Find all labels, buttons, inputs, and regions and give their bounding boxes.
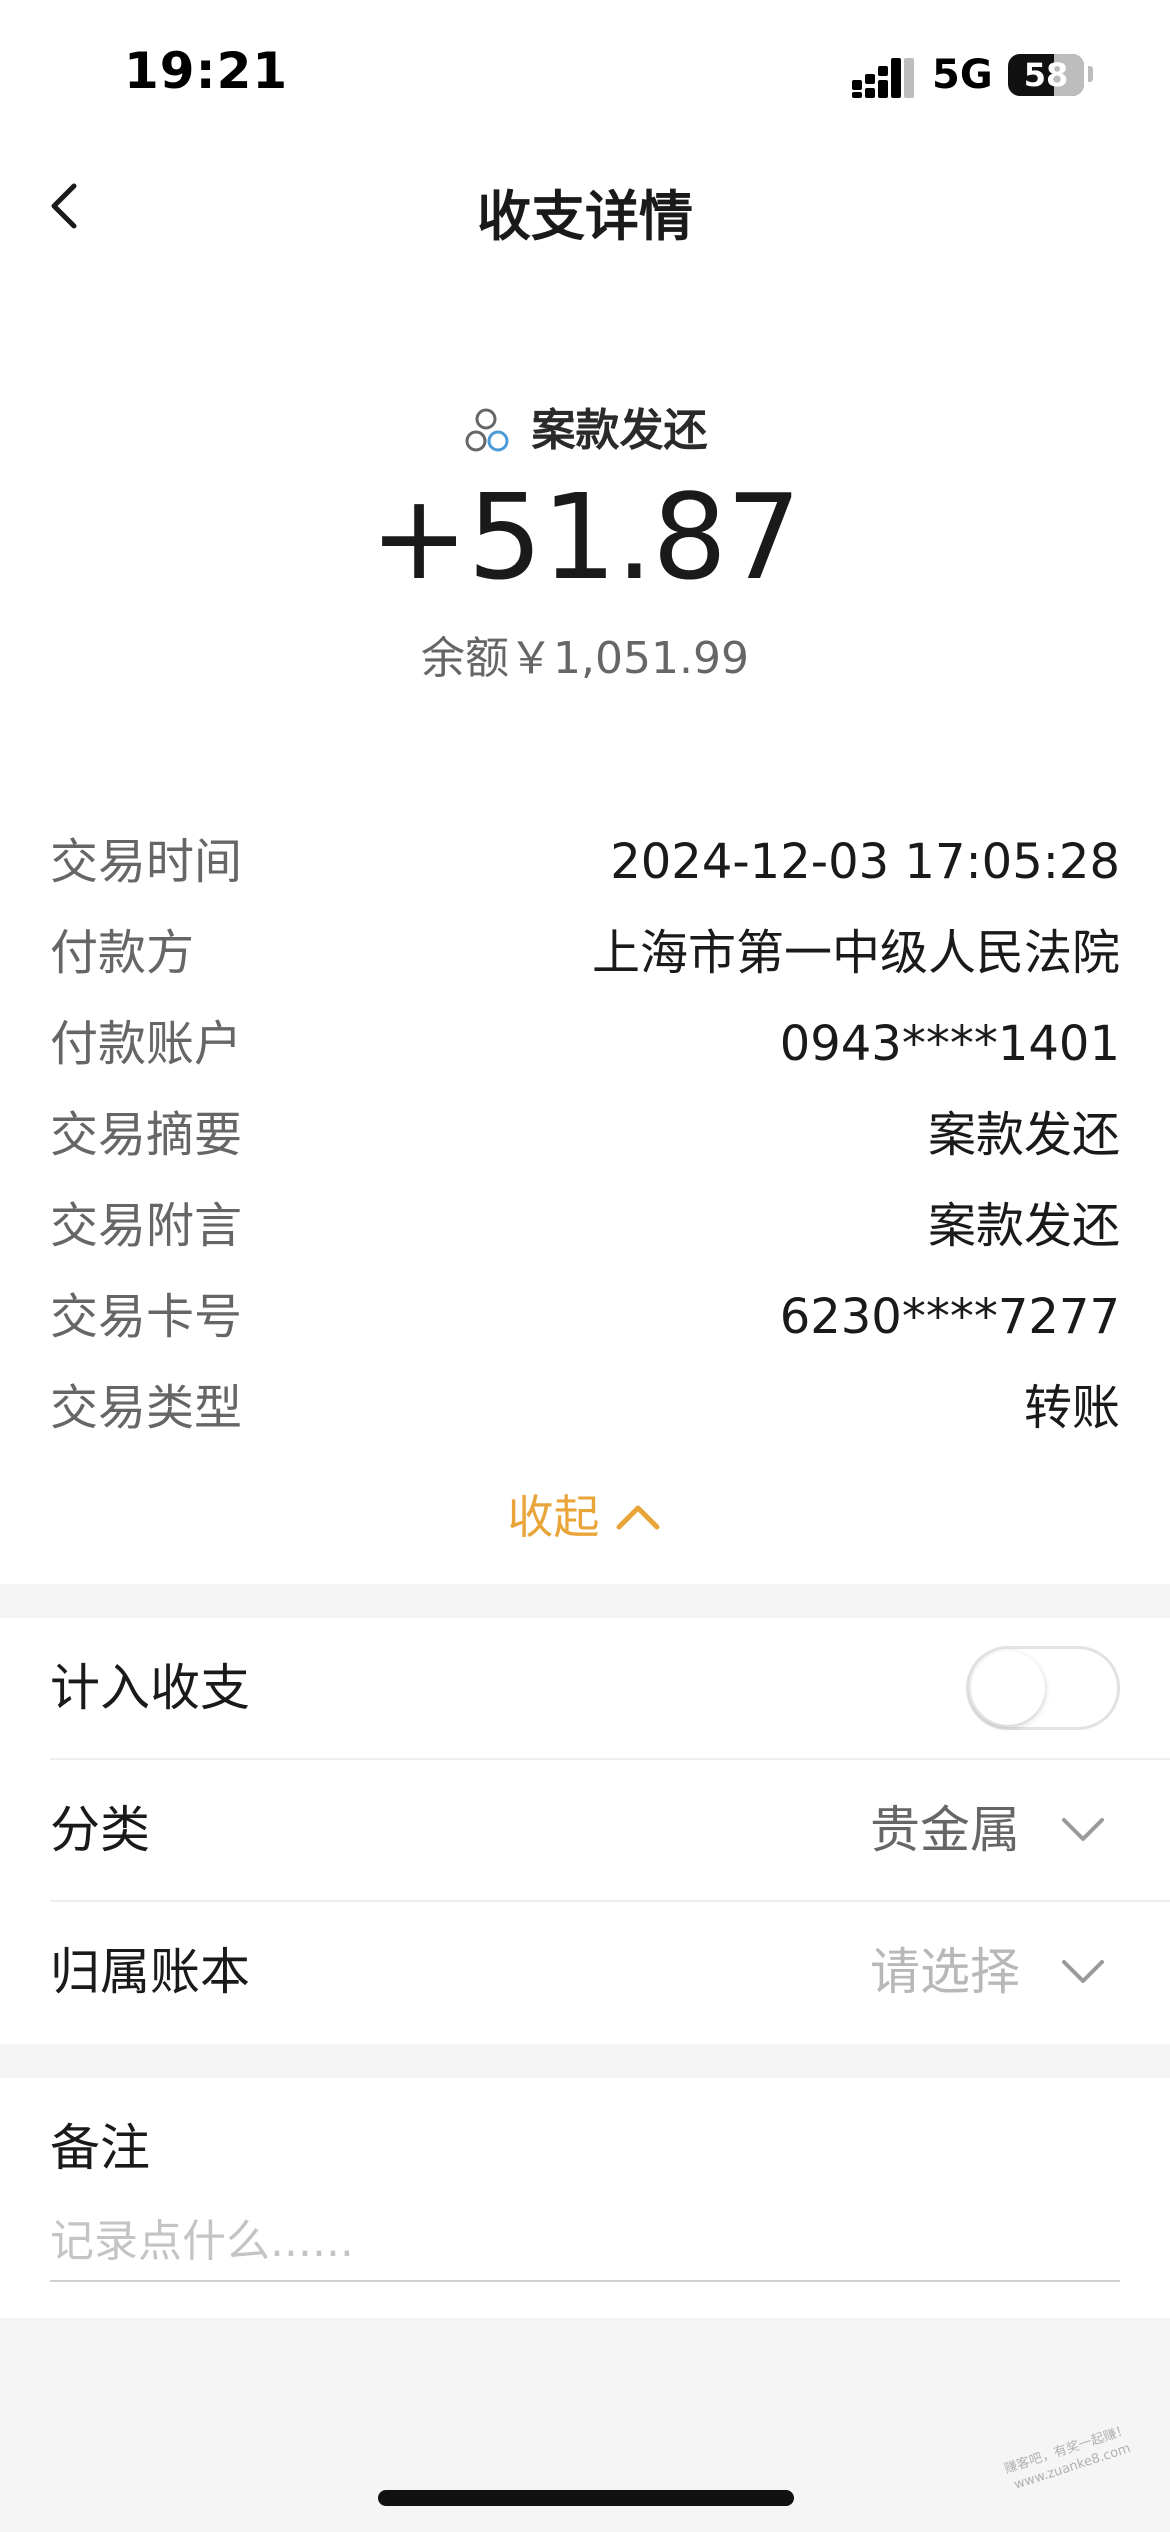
chevron-up-icon [616, 1505, 660, 1530]
include-in-stats-toggle[interactable] [966, 1646, 1120, 1730]
detail-value: 6230****7277 [779, 1289, 1120, 1345]
detail-value: 案款发还 [927, 1107, 1120, 1163]
detail-row-remark: 交易附言 案款发还 [50, 1186, 1120, 1266]
settings-card: 计入收支 分类 贵金属 归属账本 请选择 [0, 1618, 1170, 2044]
detail-value: 0943****1401 [779, 1016, 1120, 1072]
chevron-down-icon [1062, 1960, 1104, 1983]
transaction-amount: +51.87 [369, 468, 802, 606]
detail-row-card-number: 交易卡号 6230****7277 [50, 1277, 1120, 1357]
detail-label: 交易附言 [50, 1198, 243, 1254]
category-value: 贵金属 [870, 1801, 1020, 1859]
battery-cap [1088, 66, 1093, 82]
detail-label: 付款方 [50, 925, 195, 981]
include-in-stats-label: 计入收支 [50, 1659, 250, 1717]
detail-label: 付款账户 [50, 1016, 243, 1072]
screen: 19:21 5G 58 收支详情 案款发还 +51.87 余额￥1,051.99… [0, 0, 1170, 2532]
detail-value: 上海市第一中级人民法院 [591, 925, 1120, 981]
transaction-detail-card: 案款发还 +51.87 余额￥1,051.99 交易时间 2024-12-03 … [0, 272, 1170, 1584]
collapse-label: 收起 [507, 1490, 600, 1544]
note-card: 备注 [0, 2078, 1170, 2318]
detail-row-type: 交易类型 转账 [50, 1368, 1120, 1448]
detail-value: 2024-12-03 17:05:28 [610, 834, 1120, 890]
detail-value: 案款发还 [927, 1198, 1120, 1254]
ledger-label: 归属账本 [50, 1943, 250, 2001]
detail-row-payer-account: 付款账户 0943****1401 [50, 1004, 1120, 1084]
summary-category-row: 案款发还 [0, 396, 1170, 466]
category-row[interactable]: 分类 贵金属 [50, 1760, 1120, 1900]
status-time: 19:21 [124, 42, 289, 100]
nav-bar: 收支详情 [0, 140, 1170, 272]
summary-category: 案款发还 [531, 405, 708, 456]
include-in-stats-row: 计入收支 [50, 1618, 1120, 1758]
detail-label: 交易卡号 [50, 1289, 243, 1345]
toggle-knob [971, 1651, 1045, 1725]
chevron-down-icon [1062, 1818, 1104, 1841]
ledger-row[interactable]: 归属账本 请选择 [50, 1902, 1120, 2042]
signal-icon [852, 58, 914, 98]
balance-text: 余额￥1,051.99 [421, 633, 749, 684]
battery-icon: 58 [1008, 54, 1084, 96]
category-label: 分类 [50, 1801, 150, 1859]
detail-value: 转账 [1023, 1380, 1120, 1436]
detail-label: 交易摘要 [50, 1107, 243, 1163]
detail-row-payer: 付款方 上海市第一中级人民法院 [50, 913, 1120, 993]
detail-label: 交易时间 [50, 834, 243, 890]
note-title: 备注 [50, 2119, 150, 2177]
detail-label: 交易类型 [50, 1380, 243, 1436]
network-label: 5G [932, 52, 993, 98]
detail-row-summary: 交易摘要 案款发还 [50, 1095, 1120, 1175]
collapse-button[interactable]: 收起 [0, 1482, 1170, 1552]
detail-row-time: 交易时间 2024-12-03 17:05:28 [50, 822, 1120, 902]
category-circles-icon [465, 408, 509, 452]
ledger-placeholder: 请选择 [870, 1943, 1020, 2001]
watermark: 赚客吧，有奖一起赚！ www.zuanke8.com [993, 2419, 1157, 2532]
note-input[interactable] [50, 2202, 1120, 2282]
battery-level: 58 [1023, 56, 1069, 94]
home-indicator [378, 2490, 794, 2506]
status-bar: 19:21 5G 58 [0, 0, 1170, 140]
page-title: 收支详情 [477, 185, 693, 248]
